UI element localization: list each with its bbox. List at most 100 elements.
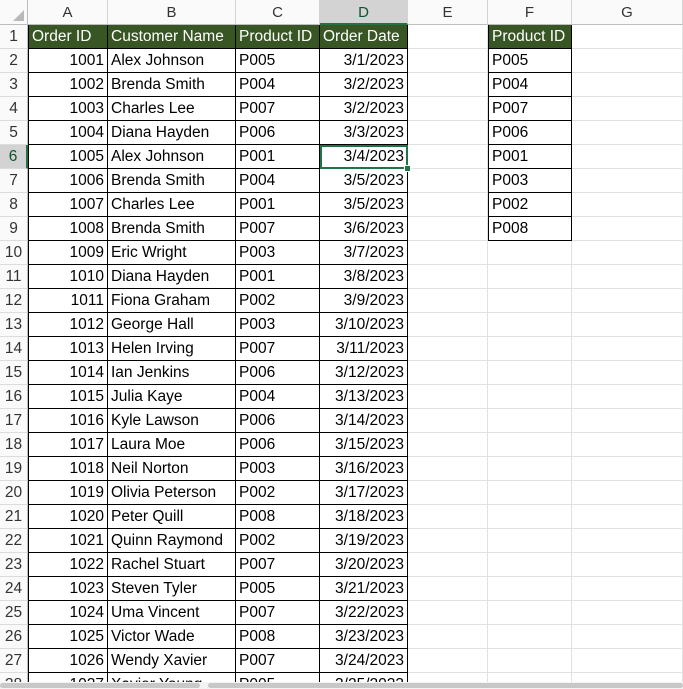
cell-f10[interactable] [488, 241, 572, 265]
cell-e19[interactable] [408, 457, 488, 481]
column-header-b[interactable]: B [108, 0, 236, 25]
orders-cell-a7[interactable]: 1006 [28, 169, 108, 193]
cell-f12[interactable] [488, 289, 572, 313]
orders-cell-a20[interactable]: 1019 [28, 481, 108, 505]
orders-cell-a24[interactable]: 1023 [28, 577, 108, 601]
orders-cell-b3[interactable]: Brenda Smith [108, 73, 236, 97]
cell-e15[interactable] [408, 361, 488, 385]
column-header-a[interactable]: A [28, 0, 108, 25]
orders-cell-c16[interactable]: P004 [236, 385, 320, 409]
cell-g16[interactable] [572, 385, 683, 409]
row-header-8[interactable]: 8 [0, 193, 28, 217]
cell-e1[interactable] [408, 25, 488, 49]
row-header-24[interactable]: 24 [0, 577, 28, 601]
cell-g7[interactable] [572, 169, 683, 193]
row-header-19[interactable]: 19 [0, 457, 28, 481]
cell-g4[interactable] [572, 97, 683, 121]
product-list-item[interactable]: P007 [488, 97, 572, 121]
column-header-d[interactable]: D [320, 0, 408, 25]
orders-cell-c22[interactable]: P002 [236, 529, 320, 553]
cell-e6[interactable] [408, 145, 488, 169]
cell-e23[interactable] [408, 553, 488, 577]
orders-cell-a8[interactable]: 1007 [28, 193, 108, 217]
orders-cell-a17[interactable]: 1016 [28, 409, 108, 433]
cell-f26[interactable] [488, 625, 572, 649]
orders-cell-c12[interactable]: P002 [236, 289, 320, 313]
orders-cell-c2[interactable]: P005 [236, 49, 320, 73]
orders-cell-c26[interactable]: P008 [236, 625, 320, 649]
orders-cell-a27[interactable]: 1026 [28, 649, 108, 673]
orders-cell-d3[interactable]: 3/2/2023 [320, 73, 408, 97]
row-header-4[interactable]: 4 [0, 97, 28, 121]
orders-cell-b13[interactable]: George Hall [108, 313, 236, 337]
orders-cell-d13[interactable]: 3/10/2023 [320, 313, 408, 337]
orders-cell-a12[interactable]: 1011 [28, 289, 108, 313]
orders-cell-d5[interactable]: 3/3/2023 [320, 121, 408, 145]
orders-cell-a9[interactable]: 1008 [28, 217, 108, 241]
orders-header-order-id[interactable]: Order ID [28, 25, 108, 49]
cell-f17[interactable] [488, 409, 572, 433]
orders-cell-a14[interactable]: 1013 [28, 337, 108, 361]
orders-cell-c20[interactable]: P002 [236, 481, 320, 505]
orders-cell-d21[interactable]: 3/18/2023 [320, 505, 408, 529]
orders-cell-b8[interactable]: Charles Lee [108, 193, 236, 217]
orders-cell-c11[interactable]: P001 [236, 265, 320, 289]
orders-cell-d8[interactable]: 3/5/2023 [320, 193, 408, 217]
row-header-27[interactable]: 27 [0, 649, 28, 673]
cell-g15[interactable] [572, 361, 683, 385]
orders-cell-c13[interactable]: P003 [236, 313, 320, 337]
row-header-10[interactable]: 10 [0, 241, 28, 265]
cell-f20[interactable] [488, 481, 572, 505]
row-header-12[interactable]: 12 [0, 289, 28, 313]
cell-g17[interactable] [572, 409, 683, 433]
orders-cell-c24[interactable]: P005 [236, 577, 320, 601]
orders-cell-d19[interactable]: 3/16/2023 [320, 457, 408, 481]
orders-cell-a21[interactable]: 1020 [28, 505, 108, 529]
orders-cell-a19[interactable]: 1018 [28, 457, 108, 481]
cell-e21[interactable] [408, 505, 488, 529]
product-list-item[interactable]: P001 [488, 145, 572, 169]
cell-f16[interactable] [488, 385, 572, 409]
orders-cell-b22[interactable]: Quinn Raymond [108, 529, 236, 553]
cell-e13[interactable] [408, 313, 488, 337]
row-header-25[interactable]: 25 [0, 601, 28, 625]
orders-cell-c14[interactable]: P007 [236, 337, 320, 361]
row-header-15[interactable]: 15 [0, 361, 28, 385]
row-header-13[interactable]: 13 [0, 313, 28, 337]
cell-e24[interactable] [408, 577, 488, 601]
orders-cell-c8[interactable]: P001 [236, 193, 320, 217]
orders-cell-a2[interactable]: 1001 [28, 49, 108, 73]
cell-g1[interactable] [572, 25, 683, 49]
cell-f18[interactable] [488, 433, 572, 457]
orders-cell-b15[interactable]: Ian Jenkins [108, 361, 236, 385]
orders-cell-b26[interactable]: Victor Wade [108, 625, 236, 649]
orders-cell-b5[interactable]: Diana Hayden [108, 121, 236, 145]
orders-cell-c9[interactable]: P007 [236, 217, 320, 241]
orders-cell-a16[interactable]: 1015 [28, 385, 108, 409]
row-header-17[interactable]: 17 [0, 409, 28, 433]
orders-cell-c25[interactable]: P007 [236, 601, 320, 625]
orders-cell-d10[interactable]: 3/7/2023 [320, 241, 408, 265]
orders-cell-d23[interactable]: 3/20/2023 [320, 553, 408, 577]
cell-g2[interactable] [572, 49, 683, 73]
orders-cell-b10[interactable]: Eric Wright [108, 241, 236, 265]
orders-cell-b20[interactable]: Olivia Peterson [108, 481, 236, 505]
cell-e27[interactable] [408, 649, 488, 673]
row-header-3[interactable]: 3 [0, 73, 28, 97]
row-header-14[interactable]: 14 [0, 337, 28, 361]
cell-g24[interactable] [572, 577, 683, 601]
cell-g21[interactable] [572, 505, 683, 529]
orders-cell-d15[interactable]: 3/12/2023 [320, 361, 408, 385]
product-list-item[interactable]: P003 [488, 169, 572, 193]
fill-handle[interactable] [404, 165, 411, 172]
orders-cell-d2[interactable]: 3/1/2023 [320, 49, 408, 73]
orders-cell-c21[interactable]: P008 [236, 505, 320, 529]
orders-cell-b6[interactable]: Alex Johnson [108, 145, 236, 169]
orders-cell-c3[interactable]: P004 [236, 73, 320, 97]
cell-f21[interactable] [488, 505, 572, 529]
product-list-item[interactable]: P008 [488, 217, 572, 241]
cell-e5[interactable] [408, 121, 488, 145]
cell-e20[interactable] [408, 481, 488, 505]
cell-g22[interactable] [572, 529, 683, 553]
cell-g14[interactable] [572, 337, 683, 361]
